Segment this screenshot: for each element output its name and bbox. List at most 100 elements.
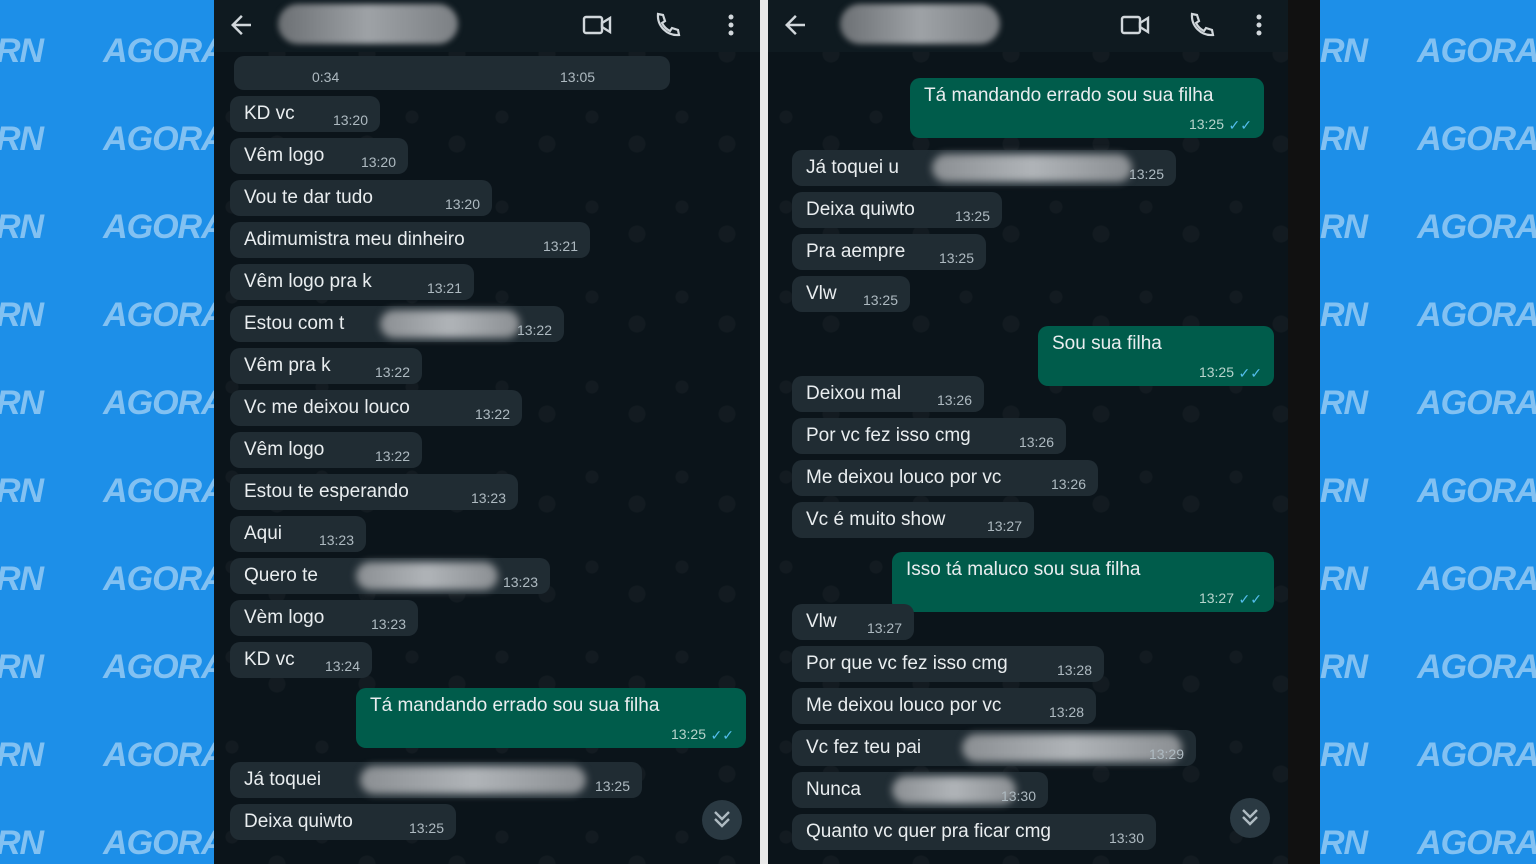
watermark-text: RN AGORA: [1320, 208, 1536, 246]
message-text: Deixa quiwto: [244, 811, 353, 832]
incoming-message[interactable]: Vlw 13:27: [792, 604, 914, 640]
outgoing-message[interactable]: Tá mandando errado sou sua filha 13:25 ✓✓: [356, 688, 746, 748]
incoming-message[interactable]: Me deixou louco por vc 13:26: [792, 460, 1098, 496]
incoming-message[interactable]: Vc me deixou louco 13:22: [230, 390, 522, 426]
arrow-left-icon[interactable]: [780, 10, 810, 40]
message-text: Quero te: [244, 565, 318, 586]
incoming-message[interactable]: Vêm pra k 13:22: [230, 348, 422, 384]
contact-name-redacted[interactable]: [840, 4, 1000, 44]
incoming-message[interactable]: Quero te 13:23: [230, 558, 550, 594]
incoming-message[interactable]: Vêm logo 13:22: [230, 432, 422, 468]
message-text: Quanto vc quer pra ficar cmg: [806, 821, 1051, 842]
video-call-icon[interactable]: [1120, 11, 1150, 39]
message-time: 13:21: [542, 238, 578, 254]
outgoing-message[interactable]: Tá mandando errado sou sua filha 13:25 ✓✓: [910, 78, 1264, 138]
message-time: 13:22: [516, 322, 552, 338]
more-vertical-icon[interactable]: [716, 11, 746, 39]
phone-icon[interactable]: [652, 11, 682, 39]
outgoing-message[interactable]: Sou sua filha 13:25 ✓✓: [1038, 326, 1274, 386]
watermark-text: RN AGORA: [0, 208, 214, 246]
incoming-message[interactable]: Estou te esperando 13:23: [230, 474, 518, 510]
scroll-down-button[interactable]: [702, 800, 742, 840]
incoming-message[interactable]: Nunca 13:30: [792, 772, 1048, 808]
message-time: 13:30: [1000, 788, 1036, 804]
more-vertical-icon[interactable]: [1244, 11, 1274, 39]
audio-message[interactable]: 0:34 13:05: [234, 56, 670, 90]
watermark-text: RN AGORA: [1320, 384, 1536, 422]
message-time: 13:25: [670, 726, 706, 742]
message-time: 13:23: [470, 490, 506, 506]
redacted-text: [360, 766, 586, 794]
message-text: Vêm logo: [244, 439, 325, 460]
incoming-message[interactable]: Por vc fez isso cmg 13:26: [792, 418, 1066, 454]
incoming-message[interactable]: Vêm logo 13:20: [230, 138, 408, 174]
message-time: 13:26: [1050, 476, 1086, 492]
incoming-message[interactable]: Vc fez teu pai 13:29: [792, 730, 1196, 766]
message-time: 13:23: [370, 616, 406, 632]
message-time: 13:05: [560, 69, 596, 85]
redacted-text: [892, 776, 1016, 804]
watermark-text: RN AGORA: [1320, 472, 1536, 510]
message-text: Pra aempre: [806, 241, 906, 262]
message-text: Vèm logo: [244, 607, 325, 628]
incoming-message[interactable]: KD vc 13:20: [230, 96, 380, 132]
frame-edge: [1288, 0, 1320, 864]
message-text: Vlw: [806, 611, 837, 632]
contact-name-redacted[interactable]: [278, 4, 458, 44]
message-text: Isso tá maluco sou sua filha: [906, 559, 1141, 580]
watermark-text: RN AGORA: [0, 472, 214, 510]
message-text: Vêm logo: [244, 145, 325, 166]
message-text: Vlw: [806, 283, 837, 304]
message-time: 13:25: [938, 250, 974, 266]
incoming-message[interactable]: Vêm logo pra k 13:21: [230, 264, 474, 300]
incoming-message[interactable]: Vou te dar tudo 13:20: [230, 180, 492, 216]
arrow-left-icon[interactable]: [226, 10, 256, 40]
message-text: Deixa quiwto: [806, 199, 915, 220]
message-text: Por que vc fez isso cmg: [806, 653, 1008, 674]
incoming-message[interactable]: Deixou mal 13:26: [792, 376, 984, 412]
double-chevron-down-icon: [1242, 809, 1258, 826]
incoming-message[interactable]: Deixa quiwto 13:25: [792, 192, 1002, 228]
message-text: KD vc: [244, 649, 295, 670]
message-text: Aqui: [244, 523, 283, 544]
message-time: 13:20: [444, 196, 480, 212]
incoming-message[interactable]: Vèm logo 13:23: [230, 600, 418, 636]
divider: [760, 0, 768, 864]
message-text: Estou com t: [244, 313, 345, 334]
incoming-message[interactable]: Já toquei u 13:25: [792, 150, 1176, 186]
watermark-text: RN AGORA: [1320, 296, 1536, 334]
scroll-down-button[interactable]: [1230, 798, 1270, 838]
message-time: 13:28: [1048, 704, 1084, 720]
double-check-icon: ✓✓: [1228, 117, 1252, 133]
message-time: 13:26: [936, 392, 972, 408]
video-call-icon[interactable]: [582, 11, 612, 39]
watermark-text: RN AGORA: [1320, 736, 1536, 774]
incoming-message[interactable]: Estou com t 13:22: [230, 306, 564, 342]
message-time: 13:20: [360, 154, 396, 170]
audio-duration: 0:34: [312, 69, 340, 85]
phone-icon[interactable]: [1186, 11, 1216, 39]
incoming-message[interactable]: Por que vc fez isso cmg 13:28: [792, 646, 1104, 682]
outgoing-message[interactable]: Isso tá maluco sou sua filha 13:27 ✓✓: [892, 552, 1274, 612]
double-check-icon: ✓✓: [1238, 591, 1262, 607]
incoming-message[interactable]: Vlw 13:25: [792, 276, 910, 312]
incoming-message[interactable]: Me deixou louco por vc 13:28: [792, 688, 1096, 724]
message-time: 13:23: [502, 574, 538, 590]
incoming-message[interactable]: Pra aempre 13:25: [792, 234, 986, 270]
incoming-message[interactable]: Já toquei 13:25: [230, 762, 642, 798]
message-text: Nunca: [806, 779, 861, 800]
incoming-message[interactable]: KD vc 13:24: [230, 642, 372, 678]
message-text: Me deixou louco por vc: [806, 695, 1002, 716]
incoming-message[interactable]: Aqui 13:23: [230, 516, 366, 552]
watermark-right: RN AGORA RN AGORA RN AGORA RN AGORA RN AGORA RN AGO…: [1320, 0, 1536, 864]
double-check-icon: ✓✓: [1238, 365, 1262, 381]
message-time: 13:25: [1198, 364, 1234, 380]
incoming-message[interactable]: Quanto vc quer pra ficar cmg 13:30: [792, 814, 1156, 850]
watermark-text: RN AGORA: [0, 560, 214, 598]
incoming-message[interactable]: Deixa quiwto 13:25: [230, 804, 456, 840]
watermark-text: RN AGORA: [0, 32, 214, 70]
incoming-message[interactable]: Adimumistra meu dinheiro 13:21: [230, 222, 590, 258]
incoming-message[interactable]: Vc é muito show 13:27: [792, 502, 1034, 538]
message-text: Vêm logo pra k: [244, 271, 372, 292]
message-time: 13:29: [1148, 746, 1184, 762]
